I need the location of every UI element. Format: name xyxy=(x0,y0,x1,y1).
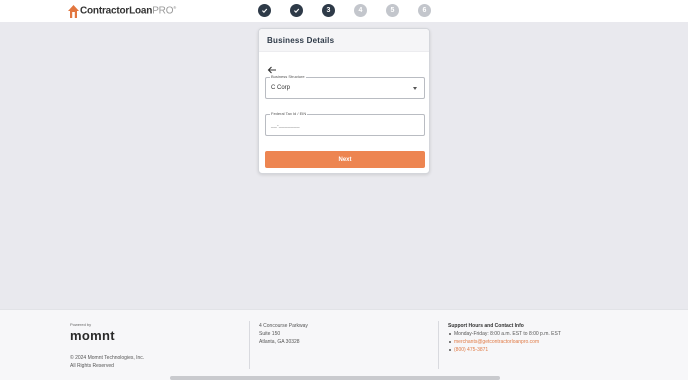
address-block: 4 Concourse Parkway Suite 150 Atlanta, G… xyxy=(259,322,308,346)
business-details-card: Business Details Business Structure C Co… xyxy=(258,28,430,174)
horizontal-scrollbar[interactable] xyxy=(170,376,500,380)
step-3-current: 3 xyxy=(322,4,335,17)
federal-tax-id-input[interactable]: Federal Tax Id / EIN __-_______ xyxy=(265,111,425,136)
footer: Powered by momnt © 2024 Momnt Technologi… xyxy=(0,309,688,380)
support-phone-item: (800) 475-3871 xyxy=(449,346,561,354)
card-title: Business Details xyxy=(267,36,335,45)
arrow-left-icon[interactable] xyxy=(267,61,277,74)
copyright-text: © 2024 Momnt Technologies, Inc. xyxy=(70,355,145,361)
progress-stepper: 3 4 5 6 xyxy=(258,4,450,17)
copyright-block: © 2024 Momnt Technologies, Inc. All Righ… xyxy=(70,354,144,370)
business-structure-select[interactable]: Business Structure C Corp xyxy=(265,74,425,99)
federal-tax-id-label: Federal Tax Id / EIN xyxy=(270,111,308,117)
check-icon xyxy=(262,8,268,14)
step-5: 5 xyxy=(386,4,399,17)
house-roof-icon xyxy=(68,4,79,18)
top-bar: ContractorLoanPRO® 3 4 5 6 xyxy=(0,0,688,22)
powered-by-label: Powered by xyxy=(70,322,92,327)
card-header: Business Details xyxy=(259,29,429,52)
support-heading: Support Hours and Contact Info xyxy=(448,323,524,329)
caret-down-icon xyxy=(413,87,417,90)
brand-name: ContractorLoanPRO® xyxy=(80,5,177,17)
step-2-complete xyxy=(290,4,303,17)
support-phone-link[interactable]: (800) 475-3871 xyxy=(454,347,488,353)
powered-by-block: Powered by momnt xyxy=(70,322,115,343)
business-structure-value: C Corp xyxy=(271,85,291,91)
rights-text: All Rights Reserved xyxy=(70,363,114,369)
step-1-complete xyxy=(258,4,271,17)
brand-logo[interactable]: ContractorLoanPRO® xyxy=(68,4,176,18)
support-list: Monday-Friday: 8:00 a.m. EST to 8:00 p.m… xyxy=(448,330,561,354)
footer-divider xyxy=(249,321,250,369)
address-line-1: 4 Concourse Parkway xyxy=(259,323,308,329)
support-block: Support Hours and Contact Info Monday-Fr… xyxy=(448,322,561,354)
momnt-logo[interactable]: momnt xyxy=(70,328,115,343)
support-email-item: merchants@getcontractorloanpro.com xyxy=(449,338,561,346)
address-line-2: Suite 150 xyxy=(259,331,281,337)
step-4: 4 xyxy=(354,4,367,17)
footer-divider xyxy=(438,321,439,369)
step-6: 6 xyxy=(418,4,431,17)
support-email-link[interactable]: merchants@getcontractorloanpro.com xyxy=(454,339,539,345)
federal-tax-id-placeholder: __-_______ xyxy=(271,123,300,129)
next-button[interactable]: Next xyxy=(265,151,425,168)
support-hours: Monday-Friday: 8:00 a.m. EST to 8:00 p.m… xyxy=(449,331,561,337)
business-structure-label: Business Structure xyxy=(270,74,306,80)
check-icon xyxy=(294,8,300,14)
address-line-3: Atlanta, GA 30328 xyxy=(259,339,300,345)
